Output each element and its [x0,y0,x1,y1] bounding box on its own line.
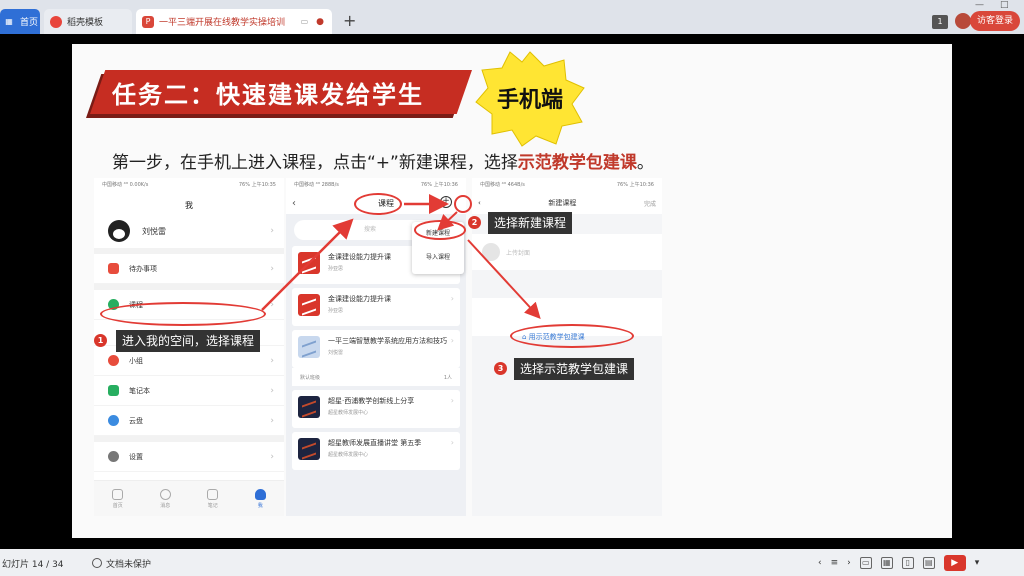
step-number-3: 3 [494,362,507,375]
callout-step-2: 选择新建课程 [488,212,573,234]
home-icon: ▦ [5,16,13,26]
slide-sorter-icon[interactable]: ▦ [880,557,893,569]
callout-step-1: 进入我的空间，选择课程 [116,330,261,352]
monitor-icon[interactable]: ▭ [301,17,309,26]
tab-home[interactable]: ▦ 首页 [0,9,40,34]
maximize-icon[interactable]: □ [1000,0,1009,10]
tab-home-label: 首页 [20,18,39,28]
highlight-course-menu [100,302,266,326]
step-number-1: 1 [94,334,107,347]
highlight-new-course [414,220,466,240]
reading-view-icon[interactable]: ▯ [901,557,914,569]
docer-logo-icon [50,15,62,28]
callout-step-3: 选择示范教学包建课 [514,358,635,380]
slide-canvas: 任务二：快速建课发给学生 手机端 第一步，在手机上进入课程，点击“+”新建课程，… [72,44,952,538]
new-tab-button[interactable]: + [343,11,356,31]
tab-close-icon[interactable]: ● [316,17,324,27]
highlight-demo-package [510,324,634,348]
step-number-2: 2 [468,216,481,229]
tab-presentation-label: 一平三端开展在线教学实操培训 [159,18,286,28]
play-slideshow-button[interactable]: ▶ [943,555,966,571]
user-avatar[interactable] [955,13,971,29]
minimize-icon[interactable]: — [975,0,984,10]
next-slide-icon[interactable]: › [847,558,851,568]
browser-tab-bar: ▦ 首页 稻壳模板 P 一平三端开展在线教学实操培训 ▭ ● + 1 访客登录 … [0,0,1024,34]
slide-counter: 幻灯片 14 / 34 [2,560,64,570]
guest-login-button[interactable]: 访客登录 [970,11,1020,31]
highlight-courses-title [354,193,402,215]
tab-template[interactable]: 稻壳模板 [44,9,132,34]
app-status-bar: 幻灯片 14 / 34 文档未保护 ‹ ≡ › ▭ ▦ ▯ ▤ ▶ ▾ [0,549,1024,576]
window-count-badge[interactable]: 1 [932,15,948,29]
view-controls: ‹ ≡ › ▭ ▦ ▯ ▤ ▶ ▾ [818,555,979,571]
chevron-down-icon[interactable]: ▾ [975,558,980,568]
tab-template-label: 稻壳模板 [67,18,104,28]
presentation-file-icon: P [142,15,154,28]
tab-presentation[interactable]: P 一平三端开展在线教学实操培训 ▭ ● [136,9,332,34]
slide-list-icon[interactable]: ≡ [831,558,839,568]
notes-view-icon[interactable]: ▤ [922,557,935,569]
prev-slide-icon[interactable]: ‹ [818,558,822,568]
highlight-plus-button [454,195,472,213]
document-protection-status[interactable]: 文档未保护 [92,557,151,570]
normal-view-icon[interactable]: ▭ [859,557,872,569]
annotation-arrows [261,194,541,319]
